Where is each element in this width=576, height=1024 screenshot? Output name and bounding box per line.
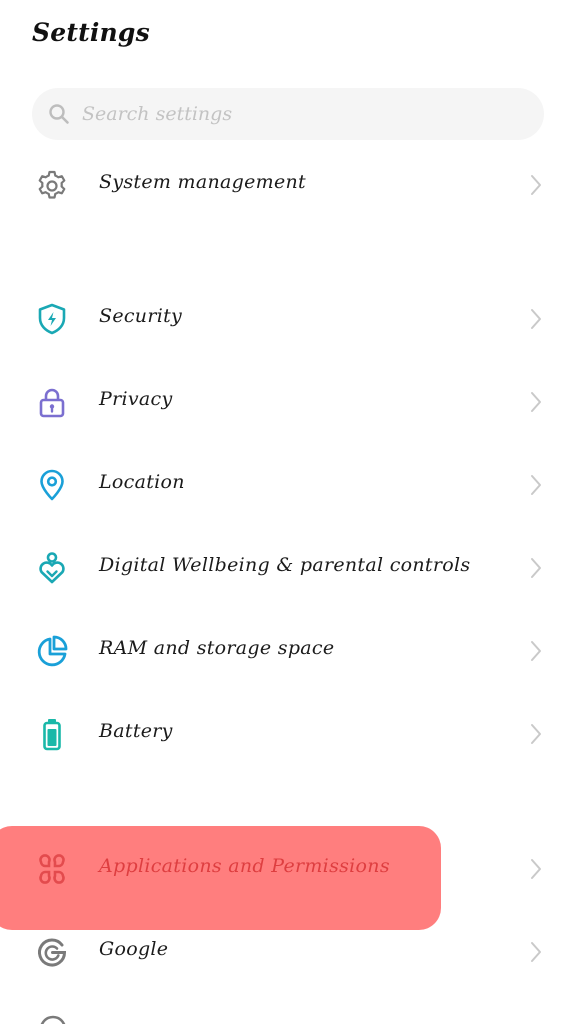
next-item-icon-partial	[36, 1012, 70, 1024]
chevron-right-icon	[530, 858, 542, 880]
chevron-right-icon	[530, 174, 542, 196]
page-title: Settings	[32, 18, 150, 47]
wellbeing-heart-icon	[34, 550, 70, 586]
settings-item-label: RAM and storage space	[99, 637, 335, 659]
battery-icon	[34, 716, 70, 752]
settings-item-ram-storage[interactable]: RAM and storage space	[0, 615, 576, 687]
settings-item-label: Digital Wellbeing & parental controls	[99, 554, 471, 576]
settings-item-google[interactable]: Google	[0, 916, 576, 988]
settings-item-security[interactable]: Security	[0, 283, 576, 355]
settings-item-applications-permissions[interactable]: Applications and Permissions	[0, 833, 576, 905]
settings-item-battery[interactable]: Battery	[0, 698, 576, 770]
search-icon	[48, 103, 70, 125]
settings-item-privacy[interactable]: Privacy	[0, 366, 576, 438]
chevron-right-icon	[530, 474, 542, 496]
shield-icon	[34, 301, 70, 337]
settings-item-location[interactable]: Location	[0, 449, 576, 521]
search-bar[interactable]	[32, 88, 544, 140]
settings-item-label: Security	[99, 305, 183, 327]
chevron-right-icon	[530, 723, 542, 745]
chevron-right-icon	[530, 557, 542, 579]
chevron-right-icon	[530, 941, 542, 963]
gear-icon	[34, 167, 70, 203]
settings-item-system-management[interactable]: System management	[0, 149, 576, 221]
search-input[interactable]	[82, 103, 502, 125]
settings-screen: Settings System management	[0, 0, 576, 1024]
settings-item-label: Battery	[99, 720, 173, 742]
chevron-right-icon	[530, 640, 542, 662]
settings-item-label: Location	[99, 471, 185, 493]
storage-pie-icon	[34, 633, 70, 669]
lock-icon	[34, 384, 70, 420]
settings-item-label: Applications and Permissions	[99, 855, 390, 877]
settings-item-digital-wellbeing[interactable]: Digital Wellbeing & parental controls	[0, 532, 576, 604]
settings-item-label: System management	[99, 171, 306, 193]
chevron-right-icon	[530, 391, 542, 413]
chevron-right-icon	[530, 308, 542, 330]
settings-item-label: Google	[99, 938, 169, 960]
settings-item-label: Privacy	[99, 388, 173, 410]
google-icon	[34, 934, 70, 970]
location-pin-icon	[34, 467, 70, 503]
apps-grid-icon	[34, 851, 70, 887]
